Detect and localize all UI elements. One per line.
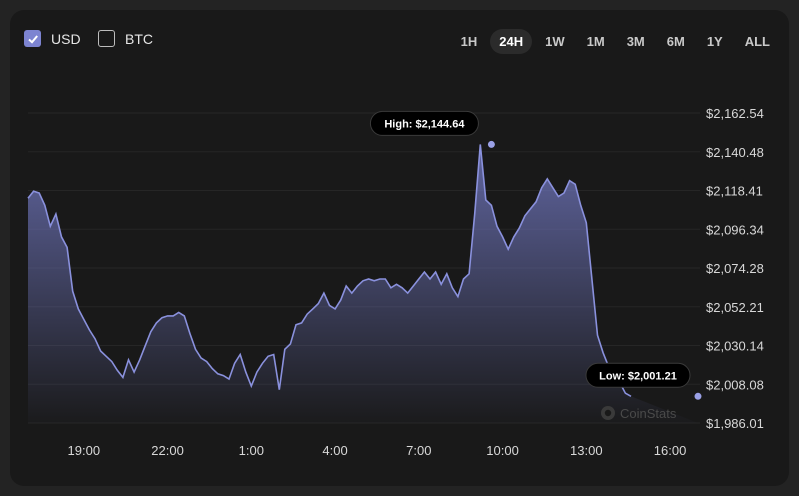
- high-tooltip-label: High: $2,144.64: [384, 118, 465, 130]
- x-tick-label: 4:00: [322, 443, 347, 458]
- coinstats-watermark: CoinStats: [600, 405, 676, 421]
- x-tick-label: 1:00: [239, 443, 264, 458]
- watermark-label: CoinStats: [620, 405, 677, 421]
- y-tick-label: $1,986.01: [706, 416, 764, 431]
- x-tick-label: 10:00: [486, 443, 519, 458]
- y-tick-label: $2,162.54: [706, 106, 764, 121]
- x-tick-label: 19:00: [68, 443, 101, 458]
- y-tick-label: $2,008.08: [706, 377, 764, 392]
- x-tick-label: 7:00: [406, 443, 431, 458]
- x-tick-label: 16:00: [654, 443, 687, 458]
- y-tick-label: $2,074.28: [706, 261, 764, 276]
- y-tick-label: $2,030.14: [706, 339, 764, 354]
- y-tick-label: $2,118.41: [706, 184, 763, 199]
- y-tick-label: $2,096.34: [706, 222, 764, 237]
- low-tooltip-label: Low: $2,001.21: [599, 370, 677, 382]
- y-tick-label: $2,052.21: [706, 300, 764, 315]
- x-tick-label: 13:00: [570, 443, 603, 458]
- price-area-chart[interactable]: $2,162.54 $2,140.48 $2,118.41 $2,096.34 $2,0…: [0, 0, 799, 496]
- coinstats-logo-icon: [601, 406, 615, 420]
- high-point-marker: [487, 140, 495, 148]
- x-tick-label: 22:00: [151, 443, 184, 458]
- low-point-marker: [694, 392, 702, 400]
- y-tick-label: $2,140.48: [706, 145, 764, 160]
